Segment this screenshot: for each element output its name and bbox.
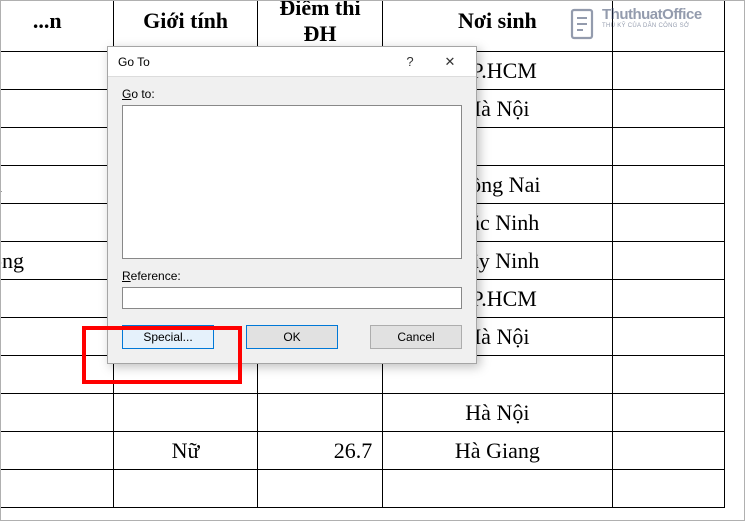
reference-input[interactable] xyxy=(122,287,462,309)
cell[interactable] xyxy=(114,470,257,508)
cell[interactable]: h xyxy=(0,166,114,204)
cell[interactable] xyxy=(0,52,114,90)
cell[interactable] xyxy=(0,90,114,128)
cell[interactable] xyxy=(0,394,114,432)
help-button[interactable]: ? xyxy=(390,48,430,76)
cell[interactable] xyxy=(0,432,114,470)
header-col-2[interactable]: Điểm thi ĐH xyxy=(257,0,383,52)
cell[interactable] xyxy=(612,128,724,166)
header-col-1[interactable]: Giới tính xyxy=(114,0,257,52)
cell[interactable] xyxy=(612,52,724,90)
goto-listbox[interactable] xyxy=(122,105,462,259)
cell[interactable] xyxy=(0,280,114,318)
goto-label: Go to: xyxy=(122,87,462,101)
cell[interactable] xyxy=(257,394,383,432)
cell[interactable] xyxy=(0,356,114,394)
cell[interactable] xyxy=(0,470,114,508)
cell[interactable] xyxy=(0,204,114,242)
cancel-button[interactable]: Cancel xyxy=(370,325,462,349)
reference-label: Reference: xyxy=(122,269,462,283)
cell[interactable] xyxy=(612,394,724,432)
table-row[interactable]: Nữ26.7Hà Giang xyxy=(0,432,725,470)
dialog-titlebar[interactable]: Go To ? ✕ xyxy=(108,47,476,77)
dialog-title: Go To xyxy=(118,55,390,69)
cell[interactable]: òng xyxy=(0,242,114,280)
cell[interactable] xyxy=(612,90,724,128)
cell[interactable] xyxy=(612,242,724,280)
goto-dialog: Go To ? ✕ Go to: Reference: Special... O… xyxy=(107,46,477,364)
cell[interactable] xyxy=(612,204,724,242)
cell[interactable]: Nữ xyxy=(114,432,257,470)
special-button[interactable]: Special... xyxy=(122,325,214,349)
header-col-0[interactable]: ...n xyxy=(0,0,114,52)
cell[interactable] xyxy=(114,394,257,432)
cell[interactable]: Hà Nội xyxy=(383,394,612,432)
cell[interactable]: c xyxy=(0,318,114,356)
cell[interactable] xyxy=(383,470,612,508)
cell[interactable] xyxy=(612,280,724,318)
cell[interactable]: 26.7 xyxy=(257,432,383,470)
ok-button[interactable]: OK xyxy=(246,325,338,349)
header-col-3[interactable]: Nơi sinh xyxy=(383,0,612,52)
close-button[interactable]: ✕ xyxy=(430,48,470,76)
cell[interactable] xyxy=(0,128,114,166)
table-row[interactable] xyxy=(0,470,725,508)
help-icon: ? xyxy=(406,54,413,69)
cell[interactable]: Hà Giang xyxy=(383,432,612,470)
cell[interactable] xyxy=(612,470,724,508)
cell[interactable] xyxy=(612,318,724,356)
table-row[interactable]: Hà Nội xyxy=(0,394,725,432)
cell[interactable] xyxy=(257,470,383,508)
close-icon: ✕ xyxy=(445,54,456,70)
cell[interactable] xyxy=(612,356,724,394)
cell[interactable] xyxy=(612,432,724,470)
cell[interactable] xyxy=(612,166,724,204)
header-col-4[interactable] xyxy=(612,0,724,52)
